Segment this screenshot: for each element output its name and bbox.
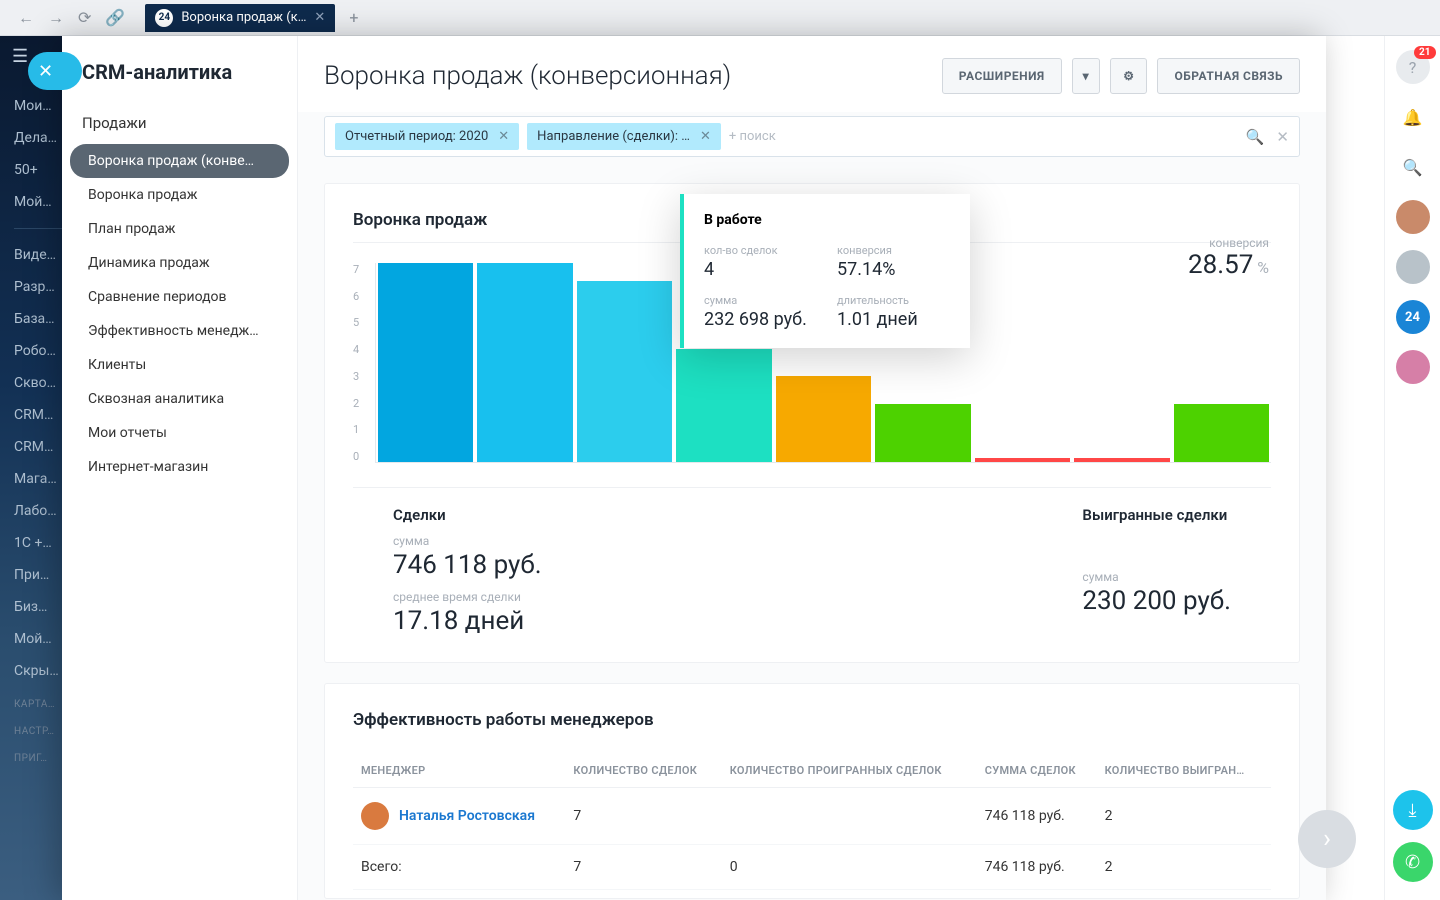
rail-24-icon[interactable]: 24 — [1396, 300, 1430, 334]
sidebar-item-plan[interactable]: План продаж — [62, 212, 297, 246]
table-row[interactable]: Наталья Ростовская 7 746 118 руб. 2 — [353, 788, 1271, 845]
bar-stage-2[interactable] — [577, 281, 672, 462]
avatar — [361, 802, 389, 830]
bar-tooltip: В работе кол-во сделок4 конверсия57.14% … — [680, 194, 970, 348]
bar-stage-7[interactable] — [1074, 458, 1169, 462]
bar-stage-8[interactable] — [1174, 404, 1269, 462]
feedback-button[interactable]: ОБРАТНАЯ СВЯЗЬ — [1157, 58, 1300, 94]
col-sum[interactable]: СУММА СДЕЛОК — [977, 754, 1097, 788]
page-title: Воронка продаж (конверсионная) — [324, 61, 942, 91]
rail-avatar[interactable] — [1396, 200, 1430, 234]
sidebar-title: CRM-аналитика — [62, 60, 297, 102]
sidebar-item-compare[interactable]: Сравнение периодов — [62, 280, 297, 314]
settings-button[interactable]: ⚙ — [1110, 58, 1147, 94]
bar-stage-3[interactable] — [676, 349, 771, 462]
chip-remove-icon[interactable]: ✕ — [700, 129, 711, 144]
summary-deals: Сделки сумма 746 118 руб. среднее время … — [353, 496, 582, 636]
col-won[interactable]: КОЛИЧЕСТВО ВЫИГРАН… — [1097, 754, 1271, 788]
tab-add-icon[interactable]: + — [349, 8, 358, 27]
col-lost[interactable]: КОЛИЧЕСТВО ПРОИГРАННЫХ СДЕЛОК — [722, 754, 977, 788]
conversion-summary: конверсия 28.57 % — [1188, 236, 1269, 280]
nav-link-icon[interactable]: 🔗 — [105, 8, 125, 27]
help-badge: 21 — [1414, 46, 1435, 59]
chip-remove-icon[interactable]: ✕ — [498, 129, 509, 144]
sidebar-item-shop[interactable]: Интернет-магазин — [62, 450, 297, 484]
extensions-dropdown[interactable]: ▾ — [1072, 58, 1101, 94]
sidebar-item-through[interactable]: Сквозная аналитика — [62, 382, 297, 416]
rail-fab-export[interactable]: ⤓ — [1393, 790, 1433, 830]
bar-stage-6[interactable] — [975, 458, 1070, 462]
burger-icon[interactable]: ☰ — [12, 46, 28, 67]
close-panel-button[interactable]: ✕ — [28, 52, 82, 90]
analytics-sidebar: CRM-аналитика Продажи Воронка продаж (ко… — [62, 36, 298, 900]
sidebar-group[interactable]: Продажи — [62, 102, 297, 144]
sidebar-item-myreports[interactable]: Мои отчеты — [62, 416, 297, 450]
summary-won: Выигранные сделки сумма 230 200 руб. — [1042, 496, 1271, 636]
bar-stage-1[interactable] — [477, 263, 572, 462]
clear-icon[interactable]: ✕ — [1276, 128, 1289, 146]
tab-close-icon[interactable]: ✕ — [314, 10, 325, 25]
table-row-total: Всего: 7 0 746 118 руб. 2 — [353, 845, 1271, 890]
search-icon[interactable]: 🔍 — [1246, 128, 1265, 146]
nav-forward-icon[interactable]: → — [48, 8, 64, 28]
bar-stage-0[interactable] — [378, 263, 473, 462]
right-rail: ? 21 🔔 🔍 24 ⤓ ✆ — [1384, 36, 1440, 900]
col-deals[interactable]: КОЛИЧЕСТВО СДЕЛОК — [565, 754, 721, 788]
filter-bar[interactable]: Отчетный период: 2020 ✕ Направление (сде… — [324, 116, 1300, 157]
chevron-down-icon: ▾ — [1083, 69, 1090, 83]
tooltip-title: В работе — [704, 212, 950, 228]
manager-link[interactable]: Наталья Ростовская — [399, 808, 535, 824]
bar-stage-4[interactable] — [776, 376, 871, 462]
tab-title: Воронка продаж (к… — [181, 10, 306, 25]
tab-badge: 24 — [155, 9, 173, 27]
rail-avatar[interactable] — [1396, 250, 1430, 284]
next-arrow-button[interactable]: › — [1298, 810, 1356, 868]
page-header: Воронка продаж (конверсионная) РАСШИРЕНИ… — [298, 36, 1326, 112]
managers-title: Эффективность работы менеджеров — [353, 710, 1271, 730]
nav-back-icon[interactable]: ← — [18, 8, 34, 28]
filter-chip-period[interactable]: Отчетный период: 2020 ✕ — [335, 123, 519, 150]
search-placeholder[interactable]: + поиск — [729, 129, 1238, 144]
sidebar-item-funnel[interactable]: Воронка продаж — [62, 178, 297, 212]
bell-icon[interactable]: 🔔 — [1396, 100, 1430, 134]
rail-avatar[interactable] — [1396, 350, 1430, 384]
col-manager[interactable]: МЕНЕДЖЕР — [353, 754, 565, 788]
summary-row: Сделки сумма 746 118 руб. среднее время … — [353, 487, 1271, 636]
gear-icon: ⚙ — [1123, 69, 1134, 83]
extensions-button[interactable]: РАСШИРЕНИЯ — [942, 58, 1062, 94]
sidebar-item-eff[interactable]: Эффективность менедж… — [62, 314, 297, 348]
managers-card: Эффективность работы менеджеров МЕНЕДЖЕР… — [324, 683, 1300, 899]
rail-fab-call[interactable]: ✆ — [1393, 842, 1433, 882]
nav-reload-icon[interactable]: ⟳ — [78, 8, 91, 27]
sidebar-item-funnel-conv[interactable]: Воронка продаж (конве… — [70, 144, 289, 178]
filter-chip-direction[interactable]: Направление (сделки): … ✕ — [527, 123, 721, 150]
sidebar-item-clients[interactable]: Клиенты — [62, 348, 297, 382]
tab-nav: ← → ⟳ 🔗 — [18, 8, 125, 28]
sidebar-item-dynamics[interactable]: Динамика продаж — [62, 246, 297, 280]
search-rail-icon[interactable]: 🔍 — [1396, 150, 1430, 184]
help-icon[interactable]: ? 21 — [1396, 50, 1430, 84]
managers-table: МЕНЕДЖЕР КОЛИЧЕСТВО СДЕЛОК КОЛИЧЕСТВО ПР… — [353, 754, 1271, 890]
bar-stage-5[interactable] — [875, 404, 970, 462]
analytics-panel: ✕ CRM-аналитика Продажи Воронка продаж (… — [62, 36, 1326, 900]
y-axis: 0 1 2 3 4 5 6 7 — [353, 263, 375, 463]
browser-tab[interactable]: 24 Воронка продаж (к… ✕ — [145, 4, 335, 32]
browser-tab-bar: ← → ⟳ 🔗 24 Воронка продаж (к… ✕ + — [0, 0, 1440, 36]
analytics-main: Воронка продаж (конверсионная) РАСШИРЕНИ… — [298, 36, 1326, 900]
